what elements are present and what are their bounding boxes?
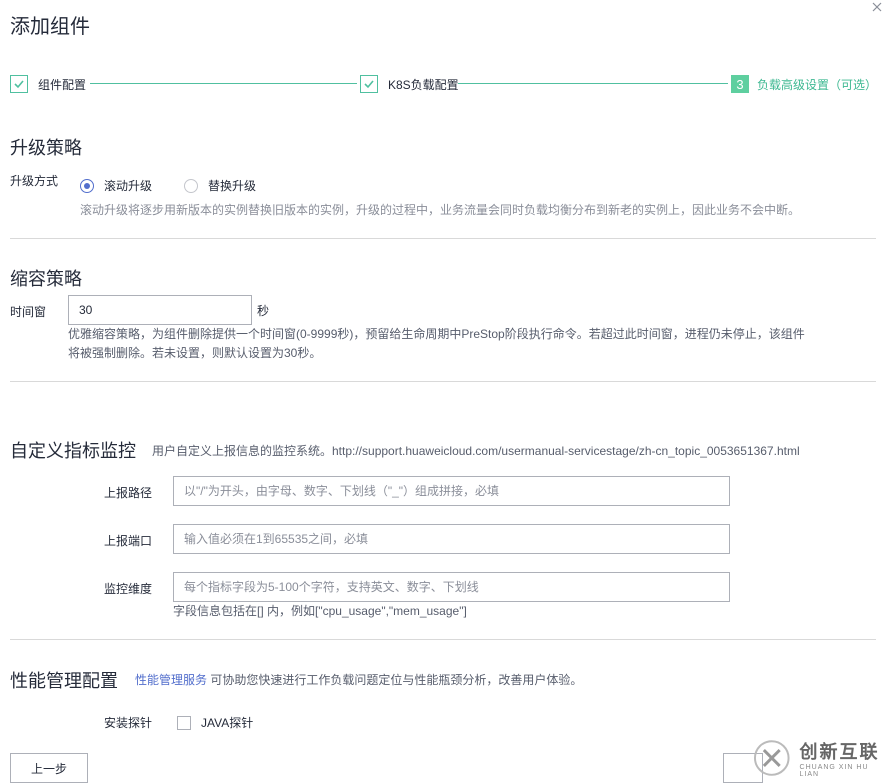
monitor-dimension-label: 监控维度 xyxy=(104,582,153,596)
custom-metrics-description: 用户自定义上报信息的监控系统。http://support.huaweiclou… xyxy=(152,444,800,458)
previous-step-button[interactable]: 上一步 xyxy=(10,753,88,783)
step-k8s-config: K8S负载配置 xyxy=(360,74,459,94)
dialog-title: 添加组件 xyxy=(10,16,90,38)
step-label: K8S负载配置 xyxy=(388,77,459,92)
watermark-icon xyxy=(753,740,790,776)
step-label: 负载高级设置（可选） xyxy=(757,77,878,92)
report-port-input[interactable] xyxy=(173,524,730,554)
watermark-cn: 创新互联 xyxy=(799,742,880,762)
divider xyxy=(10,381,876,382)
custom-metrics-title: 自定义指标监控 xyxy=(10,441,136,461)
step-number: 3 xyxy=(731,75,749,93)
radio-rolling-upgrade[interactable]: 滚动升级 xyxy=(80,177,152,194)
divider xyxy=(10,238,876,239)
step-advanced-config: 3 负载高级设置（可选） xyxy=(731,74,877,94)
java-probe-checkbox[interactable]: JAVA探针 xyxy=(177,714,253,731)
check-icon xyxy=(360,75,378,93)
upgrade-method-label: 升级方式 xyxy=(10,174,59,188)
perf-description: 可协助您快速进行工作负载问题定位与性能瓶颈分析，改善用户体验。 xyxy=(207,673,583,687)
watermark-en: CHUANG XIN HU LIAN xyxy=(799,764,869,778)
radio-label: 滚动升级 xyxy=(104,179,153,193)
radio-unchecked-icon xyxy=(184,178,198,193)
time-window-label: 时间窗 xyxy=(10,305,47,319)
upgrade-section-title: 升级策略 xyxy=(10,138,82,158)
perf-service-link[interactable]: 性能管理服务 xyxy=(135,673,207,687)
radio-label: 替换升级 xyxy=(208,179,257,193)
watermark-logo: 创新互联 CHUANG XIN HU LIAN xyxy=(752,736,890,780)
scale-in-hint-line-2: 将被强制删除。若未设置，则默认设置为30秒。 xyxy=(68,346,322,360)
report-path-input[interactable] xyxy=(173,476,730,506)
upgrade-hint: 滚动升级将逐步用新版本的实例替换旧版本的实例，升级的过程中，业务流量会同时负载均… xyxy=(80,203,801,217)
scale-in-hint-line-1: 优雅缩容策略，为组件删除提供一个时间窗(0-9999秒)，预留给生命周期中Pre… xyxy=(68,327,805,341)
step-connector xyxy=(90,83,357,84)
radio-checked-icon xyxy=(80,178,94,193)
divider xyxy=(10,639,876,640)
monitor-dimension-input[interactable] xyxy=(173,572,730,602)
step-connector xyxy=(458,83,728,84)
step-label: 组件配置 xyxy=(38,77,87,92)
report-path-label: 上报路径 xyxy=(104,486,153,500)
install-probe-label: 安装探针 xyxy=(104,716,153,730)
wizard-steps: 组件配置 K8S负载配置 3 负载高级设置（可选） xyxy=(10,74,877,94)
time-window-unit: 秒 xyxy=(257,304,270,318)
scale-in-section-title: 缩容策略 xyxy=(10,269,82,289)
check-icon xyxy=(10,75,28,93)
monitor-dimension-hint: 字段信息包括在[] 内，例如["cpu_usage","mem_usage"] xyxy=(173,604,467,618)
report-port-label: 上报端口 xyxy=(104,534,153,548)
checkbox-unchecked-icon xyxy=(177,715,191,730)
perf-description-wrapper: 性能管理服务 可协助您快速进行工作负载问题定位与性能瓶颈分析，改善用户体验。 xyxy=(135,671,582,688)
radio-replace-upgrade[interactable]: 替换升级 xyxy=(184,177,256,194)
step-component-config: 组件配置 xyxy=(10,74,86,94)
time-window-input[interactable] xyxy=(68,295,252,325)
close-icon[interactable] xyxy=(870,0,884,14)
perf-section-title: 性能管理配置 xyxy=(10,671,118,691)
checkbox-label: JAVA探针 xyxy=(201,716,254,730)
